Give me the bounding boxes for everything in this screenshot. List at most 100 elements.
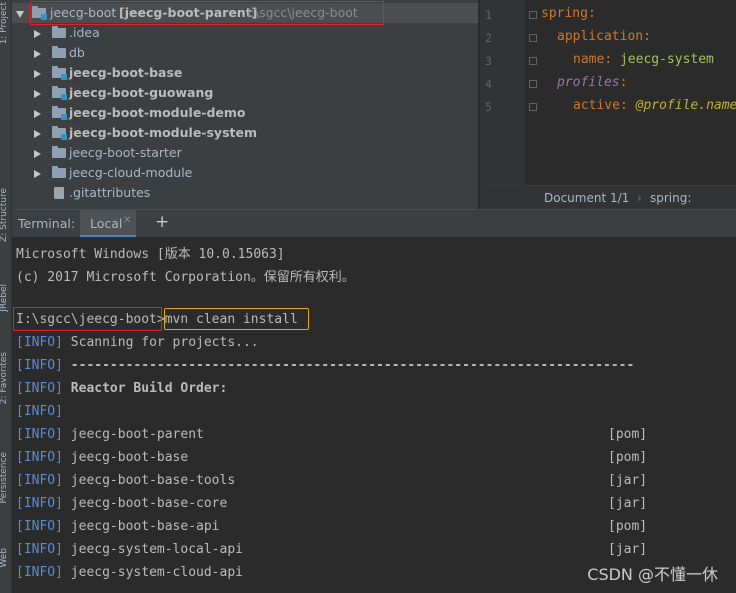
editor-gutter (481, 0, 525, 185)
log-line: [INFO] jeecg-boot-base-api (16, 519, 220, 534)
terminal-output[interactable]: Microsoft Windows [版本 10.0.15063] (c) 20… (12, 237, 736, 593)
fold-icon[interactable] (529, 11, 537, 19)
line-number: 4 (485, 77, 492, 91)
expand-arrow-icon[interactable] (34, 50, 41, 58)
side-tab-favorites[interactable]: 2: Favorites (0, 352, 9, 404)
line-number: 5 (485, 100, 492, 114)
tree-item-label: jeecg-cloud-module (69, 165, 193, 180)
file-icon (54, 187, 64, 199)
yaml-value: @profile.name (635, 98, 736, 113)
tree-item[interactable]: jeecg-cloud-module (12, 163, 468, 183)
side-tab-structure[interactable]: Z: Structure (0, 188, 9, 242)
line-number: 3 (485, 54, 492, 68)
highlight-box-command (164, 308, 309, 330)
close-tab-icon[interactable]: ✕ (123, 215, 131, 226)
tree-item-label: jeecg-boot-starter (69, 145, 182, 160)
code-line-3[interactable]: name: jeecg-system (573, 52, 714, 67)
reactor-module-packaging: [jar] (608, 542, 648, 557)
side-tab-project[interactable]: 1: Project (0, 2, 9, 44)
expand-arrow-icon[interactable] (34, 110, 41, 118)
fold-icon[interactable] (529, 57, 537, 65)
reactor-module-name: jeecg-boot-parent (70, 427, 204, 442)
yaml-key: application (557, 29, 644, 44)
terminal-title: Terminal: (18, 216, 76, 231)
editor-breadcrumb: Document 1/1 › spring: (481, 185, 736, 209)
reactor-module-packaging: [pom] (608, 450, 648, 465)
tree-item[interactable]: jeecg-boot-module-demo (12, 103, 468, 123)
log-line: [INFO] Reactor Build Order: (16, 381, 228, 396)
folder-icon (52, 26, 66, 38)
reactor-module-name: jeecg-boot-base-core (70, 496, 228, 511)
tree-item[interactable]: jeecg-boot-module-system (12, 123, 468, 143)
reactor-module-packaging: [pom] (608, 519, 648, 534)
breadcrumb-path[interactable]: spring: (650, 186, 691, 209)
tree-item[interactable]: db (12, 43, 468, 63)
yaml-editor: 1 2 3 4 5 spring: application: name: jee… (480, 0, 736, 209)
expand-arrow-icon[interactable] (34, 150, 41, 158)
tree-item-label: jeecg-boot-base (69, 65, 183, 80)
fold-icon[interactable] (529, 34, 537, 42)
yaml-value: jeecg-system (619, 52, 714, 67)
log-line: [INFO] jeecg-boot-base-core (16, 496, 228, 511)
folder-icon (52, 66, 67, 80)
folder-icon (52, 86, 67, 100)
folder-icon (52, 46, 66, 58)
reactor-module-name: jeecg-boot-base-tools (70, 473, 236, 488)
line-number: 2 (485, 31, 492, 45)
tree-item[interactable]: jeecg-boot-base (12, 63, 468, 83)
log-line: [INFO] jeecg-boot-base (16, 450, 189, 465)
reactor-module-packaging: [pom] (608, 427, 648, 442)
tree-item-label: jeecg-boot-module-demo (69, 105, 246, 120)
tree-item-label: jeecg-boot-guowang (69, 85, 214, 100)
tab-local-label: Local (90, 216, 123, 231)
yaml-key: profiles (557, 75, 620, 90)
tab-local[interactable]: Local ✕ (80, 210, 136, 237)
reactor-module-packaging: [jar] (608, 496, 648, 511)
log-line: [INFO] ---------------------------------… (16, 358, 635, 373)
tree-item-label: .idea (69, 25, 100, 40)
code-line-5[interactable]: active: @profile.name (573, 98, 736, 113)
expand-arrow-icon[interactable] (16, 11, 24, 18)
fold-icon[interactable] (529, 103, 537, 111)
expand-arrow-icon[interactable] (34, 170, 41, 178)
reactor-module-name: jeecg-boot-base (70, 450, 189, 465)
watermark: CSDN @不懂一休 (587, 565, 718, 584)
terminal-header-line: (c) 2017 Microsoft Corporation。保留所有权利。 (16, 270, 355, 285)
yaml-key: spring (541, 6, 588, 21)
side-tab-persistence[interactable]: Persistence (0, 452, 9, 503)
reactor-module-name: jeecg-system-local-api (70, 542, 243, 557)
log-line: [INFO] jeecg-boot-parent (16, 427, 204, 442)
highlight-box-prompt (13, 307, 162, 331)
expand-arrow-icon[interactable] (34, 30, 41, 38)
tree-item-label: .gitattributes (69, 185, 151, 200)
yaml-key: active (573, 98, 620, 113)
terminal-header-line: Microsoft Windows [版本 10.0.15063] (16, 247, 285, 262)
log-line: [INFO] Scanning for projects... (16, 335, 259, 350)
folder-icon (52, 106, 67, 120)
expand-arrow-icon[interactable] (34, 130, 41, 138)
reactor-module-name: jeecg-boot-base-api (70, 519, 220, 534)
tree-item[interactable]: jeecg-boot-starter (12, 143, 468, 163)
tree-item-label: jeecg-boot-module-system (69, 125, 257, 140)
tool-window-strip: 1: Project Z: Structure JRebel 2: Favori… (0, 0, 12, 593)
code-line-4[interactable]: profiles: (557, 75, 627, 90)
tree-item[interactable]: .gitattributes (12, 183, 468, 203)
folder-icon (52, 166, 66, 178)
tree-item[interactable]: .idea (12, 23, 468, 43)
tree-item-label: db (69, 45, 85, 60)
expand-arrow-icon[interactable] (34, 90, 41, 98)
code-line-2[interactable]: application: (557, 29, 651, 44)
reactor-module-packaging: [jar] (608, 473, 648, 488)
tree-item[interactable]: jeecg-boot-guowang (12, 83, 468, 103)
reactor-module-name: jeecg-system-cloud-api (70, 565, 243, 580)
side-tab-jrebel[interactable]: JRebel (0, 284, 9, 312)
log-line: [INFO] jeecg-system-cloud-api (16, 565, 243, 580)
add-tab-icon[interactable]: + (155, 212, 169, 232)
log-line: [INFO] jeecg-boot-base-tools (16, 473, 236, 488)
breadcrumb-document[interactable]: Document 1/1 (544, 186, 629, 209)
code-line-1[interactable]: spring: (541, 6, 596, 21)
side-tab-web[interactable]: Web (0, 548, 9, 568)
project-tree: jeecg-boot [jeecg-boot-parent] I:\sgcc\j… (12, 0, 478, 209)
fold-icon[interactable] (529, 80, 537, 88)
expand-arrow-icon[interactable] (34, 70, 41, 78)
